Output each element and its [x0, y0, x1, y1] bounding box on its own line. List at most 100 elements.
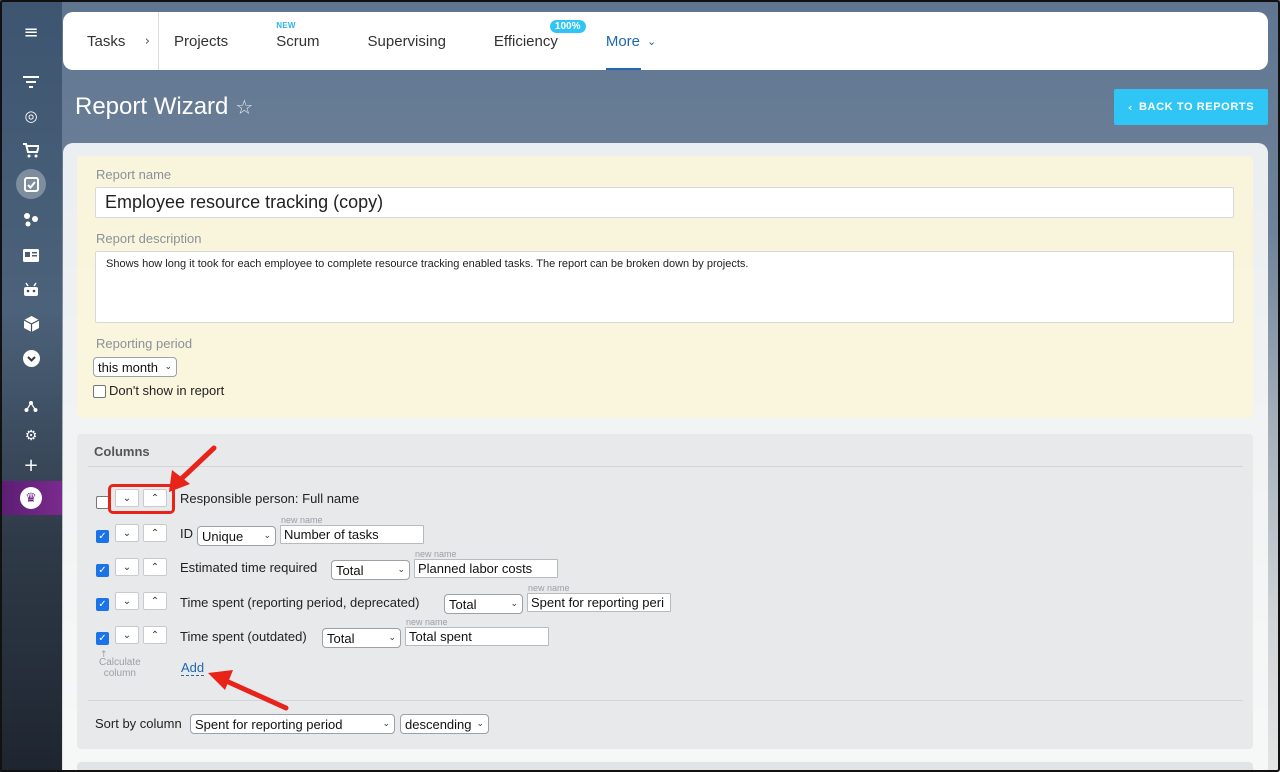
- tab-efficiency-label: Efficiency: [493, 32, 558, 50]
- chevron-left-icon: ‹: [1127, 100, 1133, 114]
- move-up-button[interactable]: ⌃: [143, 558, 167, 576]
- chevron-down-icon: ⌄: [164, 362, 172, 372]
- report-description-textarea[interactable]: Shows how long it took for each employee…: [95, 251, 1234, 323]
- new-name-label: new name: [281, 515, 323, 525]
- tab-tasks-label: Tasks: [87, 32, 126, 50]
- tab-more[interactable]: More ⌄: [605, 12, 657, 70]
- calculate-line1: Calculate: [99, 657, 141, 668]
- sort-order-select[interactable]: descending ⌄: [400, 714, 489, 734]
- chevron-down-icon: ⌄: [388, 633, 396, 643]
- chevron-down-icon: ⌄: [263, 531, 271, 541]
- chevron-down-icon: ⌄: [647, 34, 657, 48]
- chevron-down-icon: ⌄: [476, 719, 484, 729]
- chevron-down-circle-icon[interactable]: [19, 346, 43, 370]
- gear-icon[interactable]: ⚙: [19, 424, 43, 448]
- new-name-input[interactable]: Total spent: [405, 627, 549, 646]
- chevron-down-icon: ⌄: [382, 719, 390, 729]
- move-up-button[interactable]: ⌃: [143, 626, 167, 644]
- tab-supervising[interactable]: Supervising: [368, 12, 446, 70]
- aggregate-select[interactable]: Unique ⌄: [197, 526, 276, 546]
- reporting-period-label: Reporting period: [96, 336, 193, 351]
- back-to-reports-label: BACK TO REPORTS: [1139, 101, 1255, 113]
- column-label: ID: [180, 526, 193, 541]
- calculate-column-hint: ↑ Calculate column: [99, 650, 141, 679]
- tab-efficiency[interactable]: 100% Efficiency: [493, 12, 586, 70]
- report-name-label: Report name: [96, 167, 172, 182]
- crown-icon: ♛: [20, 487, 42, 509]
- tasks-checkbox-icon[interactable]: [16, 169, 46, 199]
- report-name-input[interactable]: Employee resource tracking (copy): [95, 187, 1234, 218]
- new-name-value: Planned labor costs: [418, 561, 533, 576]
- column-checkbox[interactable]: ✓: [96, 632, 109, 645]
- sort-order-value: descending: [405, 716, 472, 732]
- report-description-value: Shows how long it took for each employee…: [106, 258, 749, 270]
- move-down-button[interactable]: ⌄: [115, 524, 139, 542]
- aggregate-select[interactable]: Total ⌄: [444, 594, 523, 614]
- new-name-value: Spent for reporting peri: [531, 595, 664, 610]
- aggregate-value: Total: [336, 562, 364, 578]
- report-description-label: Report description: [96, 231, 202, 246]
- move-down-button[interactable]: ⌄: [115, 558, 139, 576]
- aggregate-value: Total: [449, 596, 477, 612]
- new-name-label: new name: [528, 583, 570, 593]
- tab-projects-label: Projects: [174, 32, 229, 50]
- report-settings-panel: Report name Employee resource tracking (…: [77, 156, 1253, 418]
- sort-column-value: Spent for reporting period: [195, 716, 343, 732]
- move-down-button[interactable]: ⌄: [115, 626, 139, 644]
- efficiency-badge: 100%: [549, 20, 586, 33]
- tab-more-label: More: [605, 32, 641, 50]
- chevron-down-icon: ⌄: [397, 565, 405, 575]
- column-label: Time spent (reporting period, deprecated…: [180, 595, 420, 610]
- annotation-arrow-icon: [169, 445, 217, 492]
- calculate-line2: column: [103, 668, 136, 679]
- reporting-period-value: this month: [98, 359, 158, 375]
- sites-icon[interactable]: [19, 207, 43, 231]
- menu-icon[interactable]: ≡: [19, 20, 43, 44]
- filter-icon[interactable]: [19, 70, 43, 94]
- divider: [88, 466, 1243, 467]
- tab-scrum[interactable]: NEW Scrum: [276, 12, 319, 70]
- chevron-right-icon: ›: [144, 33, 150, 49]
- plus-icon[interactable]: +: [19, 453, 43, 477]
- move-up-button[interactable]: ⌃: [143, 524, 167, 542]
- move-down-button[interactable]: ⌄: [115, 592, 139, 610]
- android-icon[interactable]: [19, 277, 43, 301]
- aggregate-select[interactable]: Total ⌄: [322, 628, 401, 648]
- new-name-value: Number of tasks: [284, 527, 379, 542]
- cart-icon[interactable]: [19, 138, 43, 162]
- dont-show-label: Don't show in report: [109, 383, 225, 398]
- column-label: Estimated time required: [180, 560, 318, 575]
- column-checkbox[interactable]: ✓: [96, 564, 109, 577]
- left-sidebar: ≡ ◎ ⚙ + ♛: [0, 0, 62, 772]
- page-title: Report Wizard ☆: [75, 93, 253, 121]
- new-name-input[interactable]: Spent for reporting peri: [527, 593, 671, 612]
- annotation-arrow-icon: [208, 670, 289, 711]
- chevron-down-icon: ⌄: [510, 599, 518, 609]
- columns-header: Columns: [94, 444, 150, 459]
- new-name-input[interactable]: Planned labor costs: [414, 559, 558, 578]
- column-checkbox[interactable]: ✓: [96, 598, 109, 611]
- dont-show-checkbox[interactable]: [93, 385, 106, 398]
- aggregate-select[interactable]: Total ⌄: [331, 560, 410, 580]
- upgrade-plan-item[interactable]: ♛: [0, 481, 62, 515]
- aggregate-value: Unique: [202, 528, 244, 544]
- new-badge: NEW: [276, 21, 296, 30]
- column-checkbox[interactable]: ✓: [96, 530, 109, 543]
- tab-projects[interactable]: Projects: [174, 12, 228, 70]
- report-name-value: Employee resource tracking (copy): [105, 192, 384, 212]
- network-icon[interactable]: [19, 394, 43, 418]
- tab-supervising-label: Supervising: [367, 32, 446, 50]
- new-name-label: new name: [415, 549, 457, 559]
- tab-tasks[interactable]: Tasks ›: [63, 12, 159, 70]
- active-tab-indicator: [605, 68, 641, 70]
- reporting-period-select[interactable]: this month ⌄: [93, 357, 177, 377]
- sort-column-select[interactable]: Spent for reporting period ⌄: [190, 714, 395, 734]
- new-name-input[interactable]: Number of tasks: [280, 525, 424, 544]
- back-to-reports-button[interactable]: ‹ BACK TO REPORTS: [1114, 89, 1268, 125]
- page-title-text: Report Wizard: [75, 93, 229, 120]
- target-icon[interactable]: ◎: [19, 104, 43, 128]
- star-icon[interactable]: ☆: [235, 95, 253, 119]
- box-icon[interactable]: [19, 312, 43, 336]
- move-up-button[interactable]: ⌃: [143, 592, 167, 610]
- contact-card-icon[interactable]: [19, 243, 43, 267]
